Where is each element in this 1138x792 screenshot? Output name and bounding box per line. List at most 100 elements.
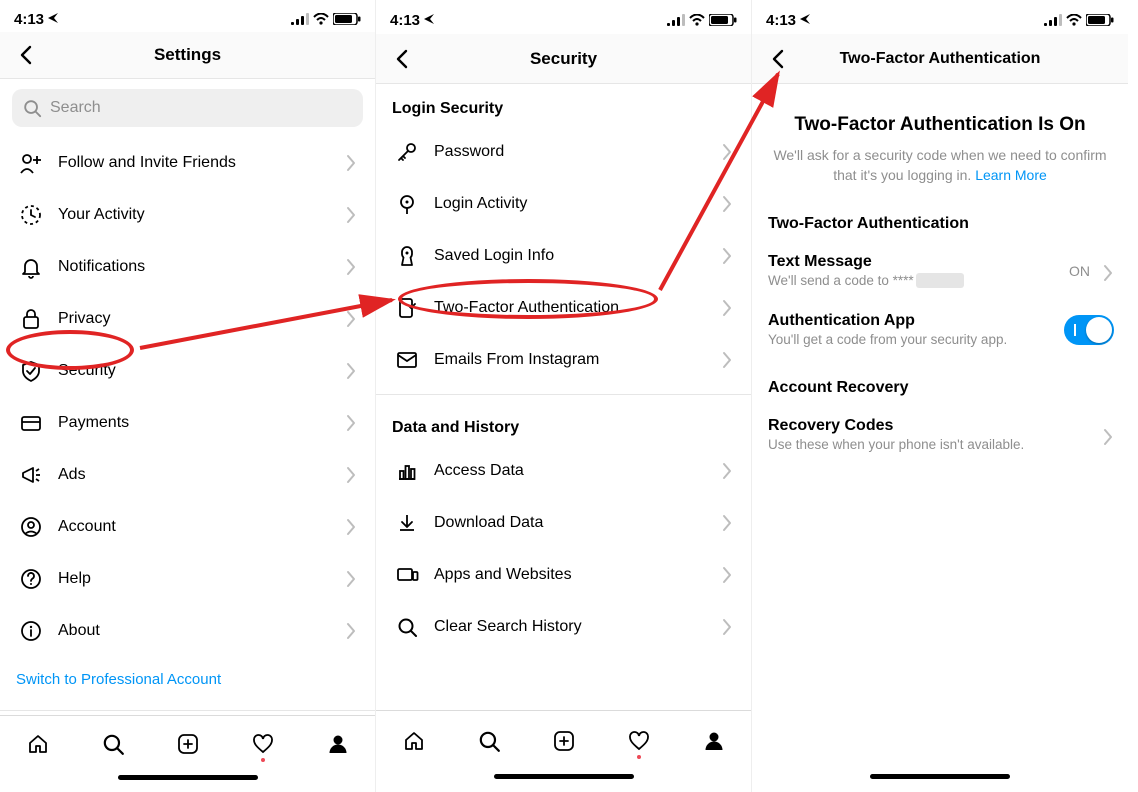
chevron-right-icon [339, 515, 359, 539]
chevron-right-icon [339, 359, 359, 383]
activity-icon [18, 203, 44, 227]
chevron-right-icon [339, 307, 359, 331]
account-icon [18, 515, 44, 539]
search-icon [22, 98, 42, 118]
security-item-emails[interactable]: Emails From Instagram [376, 334, 751, 386]
bell-icon [18, 255, 44, 279]
tab-activity[interactable] [625, 727, 653, 755]
tab-profile[interactable] [700, 727, 728, 755]
status-time: 4:13 [14, 11, 44, 28]
battery-icon [709, 14, 737, 26]
redacted-number: xxx [916, 273, 964, 288]
sms-state: ON [1069, 263, 1090, 279]
security-item-download-data[interactable]: Download Data [376, 497, 751, 549]
location-icon [48, 13, 58, 23]
card-icon [18, 411, 44, 435]
settings-item-ads[interactable]: Ads [0, 449, 375, 501]
security-item-saved-login[interactable]: Saved Login Info [376, 230, 751, 282]
search-input[interactable]: Search [12, 89, 363, 127]
chevron-right-icon [715, 563, 735, 587]
screen-settings: 4:13 Settings Search [0, 0, 376, 792]
security-item-password[interactable]: Password [376, 126, 751, 178]
location-icon [800, 14, 810, 24]
security-item-apps-websites[interactable]: Apps and Websites [376, 549, 751, 601]
tab-add[interactable] [174, 730, 202, 758]
option-auth-app[interactable]: Authentication App You'll get a code fro… [752, 300, 1128, 359]
pin-icon [394, 192, 420, 216]
chevron-right-icon [1096, 425, 1114, 445]
status-bar: 4:13 [752, 0, 1128, 34]
security-item-login-activity[interactable]: Login Activity [376, 178, 751, 230]
wifi-icon [1066, 14, 1082, 26]
settings-item-about[interactable]: About [0, 605, 375, 657]
learn-more-link[interactable]: Learn More [975, 167, 1047, 183]
settings-item-security[interactable]: Security [0, 345, 375, 397]
settings-item-activity[interactable]: Your Activity [0, 189, 375, 241]
settings-item-invite[interactable]: Follow and Invite Friends [0, 137, 375, 189]
security-item-clear-search[interactable]: Clear Search History [376, 601, 751, 653]
switch-pro-link[interactable]: Switch to Professional Account [0, 657, 375, 702]
chevron-right-icon [339, 255, 359, 279]
devices-icon [394, 563, 420, 587]
divider [376, 394, 751, 395]
back-button[interactable] [10, 38, 44, 72]
tab-activity[interactable] [249, 730, 277, 758]
chevron-right-icon [715, 296, 735, 320]
chevron-right-icon [1096, 261, 1114, 281]
status-bar: 4:13 [0, 0, 375, 32]
shield-icon [18, 359, 44, 383]
megaphone-icon [18, 463, 44, 487]
tfa-heading: Two-Factor Authentication Is On [772, 114, 1108, 136]
badge-dot [637, 755, 641, 759]
search-placeholder: Search [50, 99, 101, 117]
screen-two-factor: 4:13 Two-Factor Authentication Two-Facto… [752, 0, 1128, 792]
settings-item-privacy[interactable]: Privacy [0, 293, 375, 345]
info-icon [18, 619, 44, 643]
settings-item-account[interactable]: Account [0, 501, 375, 553]
signal-icon [667, 14, 685, 26]
navbar: Security [376, 34, 751, 84]
settings-item-payments[interactable]: Payments [0, 397, 375, 449]
settings-item-notifications[interactable]: Notifications [0, 241, 375, 293]
tab-add[interactable] [550, 727, 578, 755]
chevron-right-icon [715, 459, 735, 483]
section-login-security: Login Security [376, 84, 751, 126]
help-icon [18, 567, 44, 591]
battery-icon [333, 13, 361, 25]
mail-icon [394, 348, 420, 372]
home-indicator[interactable] [376, 770, 751, 792]
signal-icon [1044, 14, 1062, 26]
back-button[interactable] [762, 42, 796, 76]
security-item-2fa[interactable]: Two-Factor Authentication [376, 282, 751, 334]
chevron-right-icon [715, 511, 735, 535]
tab-search[interactable] [475, 727, 503, 755]
tab-profile[interactable] [324, 730, 352, 758]
navbar: Two-Factor Authentication [752, 34, 1128, 84]
bars-icon [394, 459, 420, 483]
option-recovery-codes[interactable]: Recovery Codes Use these when your phone… [752, 405, 1128, 464]
search-icon [394, 616, 420, 638]
page-title: Two-Factor Authentication [752, 50, 1128, 68]
tab-search[interactable] [99, 730, 127, 758]
auth-app-toggle[interactable] [1064, 315, 1114, 345]
home-indicator[interactable] [0, 771, 375, 792]
status-bar: 4:13 [376, 0, 751, 34]
tab-home[interactable] [400, 727, 428, 755]
chevron-right-icon [339, 567, 359, 591]
settings-item-help[interactable]: Help [0, 553, 375, 605]
security-item-access-data[interactable]: Access Data [376, 445, 751, 497]
chevron-right-icon [715, 192, 735, 216]
tfa-subtext: We'll ask for a security code when we ne… [772, 146, 1108, 185]
chevron-right-icon [339, 619, 359, 643]
section-2fa: Two-Factor Authentication [752, 197, 1128, 241]
badge-dot [261, 758, 265, 762]
tab-home[interactable] [24, 730, 52, 758]
keyhole-icon [394, 244, 420, 268]
status-time: 4:13 [390, 12, 420, 29]
option-text-message[interactable]: Text Message We'll send a code to ****xx… [752, 241, 1128, 300]
wifi-icon [689, 14, 705, 26]
phone-shield-icon [394, 296, 420, 320]
home-indicator[interactable] [752, 770, 1128, 792]
chevron-right-icon [715, 348, 735, 372]
back-button[interactable] [386, 42, 420, 76]
